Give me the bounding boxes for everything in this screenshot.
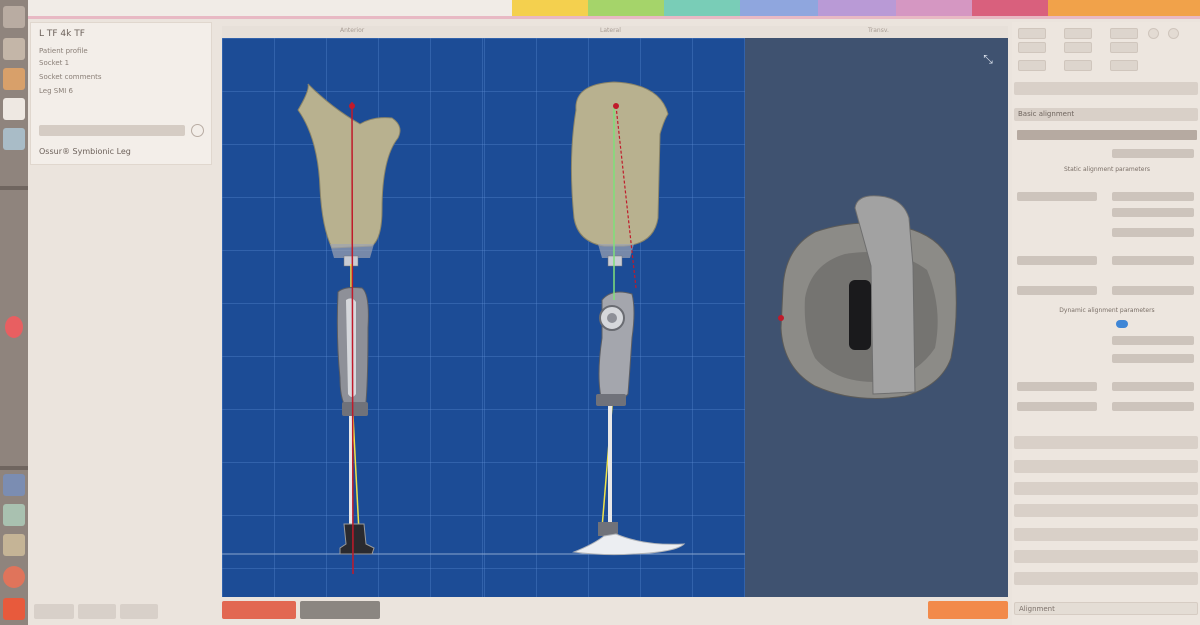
yellow-load-line-lower	[352, 415, 360, 533]
plumb-marker	[349, 103, 355, 109]
accordion-item[interactable]	[1014, 572, 1198, 585]
alignment-select[interactable]: Alignment	[1014, 602, 1198, 615]
view-button-2[interactable]	[1064, 28, 1092, 39]
accordion-item[interactable]	[1014, 504, 1198, 517]
red-plumb-line	[351, 101, 354, 575]
plumb-marker	[613, 103, 619, 109]
top-divider	[28, 16, 1200, 19]
view-button-8[interactable]	[1064, 60, 1092, 71]
shield-icon[interactable]	[5, 316, 23, 338]
accordion-item[interactable]	[1014, 528, 1198, 541]
patient-line: Socket 1	[39, 59, 70, 67]
toolbar-separator	[0, 466, 28, 470]
scanner-icon[interactable]	[3, 128, 25, 150]
device-name: Ossur® Symbionic Leg	[39, 147, 131, 156]
patient-title: L TF 4k TF	[39, 29, 85, 39]
param-input[interactable]	[1112, 228, 1194, 237]
view-label-lateral: Lateral	[600, 27, 621, 34]
toggle-switch[interactable]	[1116, 320, 1128, 328]
param-input[interactable]	[1112, 286, 1194, 295]
bottom-left-button-2[interactable]	[78, 604, 116, 619]
pylon-top	[607, 255, 623, 267]
patient-line: Leg SMI 6	[39, 87, 73, 95]
param-input[interactable]	[1017, 402, 1097, 411]
confirm-button[interactable]	[928, 601, 1008, 619]
layout-icon[interactable]	[3, 504, 25, 526]
foot-blade	[572, 533, 686, 556]
left-toolbar	[0, 0, 28, 625]
anterior-prosthesis	[222, 83, 484, 575]
accordion-item[interactable]	[1014, 550, 1198, 563]
remove-icon[interactable]	[191, 124, 204, 137]
accordion-item[interactable]	[1014, 82, 1198, 95]
param-input[interactable]	[1112, 402, 1194, 411]
view-label-transverse: Transv.	[868, 27, 889, 34]
toolbar-separator	[0, 186, 28, 190]
view-button-7[interactable]	[1018, 60, 1046, 71]
view-button-4[interactable]	[1018, 42, 1046, 53]
param-input[interactable]	[1112, 382, 1194, 391]
view-button-6[interactable]	[1110, 42, 1138, 53]
knee-base	[596, 394, 626, 406]
accordion-item[interactable]	[1014, 482, 1198, 495]
lateral-prosthesis	[484, 81, 745, 556]
device-select[interactable]	[39, 125, 185, 136]
panel-header-bar	[1017, 130, 1197, 140]
right-panel: Basic alignment Static alignment paramet…	[1012, 22, 1200, 625]
param-input[interactable]	[1112, 208, 1194, 217]
param-input[interactable]	[1017, 192, 1097, 201]
knee-base	[342, 402, 368, 416]
viewport-header: Anterior Lateral Transv.	[222, 26, 1008, 38]
accordion-item[interactable]	[1014, 436, 1198, 449]
patient-panel: L TF 4k TF Patient profile Socket 1 Sock…	[30, 22, 212, 165]
pylon	[608, 406, 612, 522]
secondary-button[interactable]	[300, 601, 380, 619]
view-label-anterior: Anterior	[340, 27, 365, 34]
param-input[interactable]	[1017, 382, 1097, 391]
patient-line: Socket comments	[39, 73, 102, 81]
param-input[interactable]	[1112, 149, 1194, 158]
reset-button[interactable]	[222, 601, 296, 619]
transverse-prosthesis	[778, 195, 957, 399]
view-button-1[interactable]	[1018, 28, 1046, 39]
view-button-3[interactable]	[1110, 28, 1138, 39]
param-input[interactable]	[1112, 256, 1194, 265]
reference-marker	[778, 315, 784, 321]
bottom-left-button-3[interactable]	[120, 604, 158, 619]
grid-icon[interactable]	[3, 534, 25, 556]
param-input[interactable]	[1017, 256, 1097, 265]
accordion-basic-alignment[interactable]: Basic alignment	[1014, 108, 1198, 121]
param-input[interactable]	[1112, 336, 1194, 345]
param-input[interactable]	[1112, 354, 1194, 363]
knee-hub	[607, 313, 617, 323]
foot	[339, 523, 375, 555]
socket	[570, 81, 669, 247]
section-dynamic-alignment: Dynamic alignment parameters	[1059, 307, 1155, 314]
power-icon[interactable]	[3, 598, 25, 620]
section-static-alignment: Static alignment parameters	[1063, 166, 1151, 173]
param-input[interactable]	[1017, 286, 1097, 295]
avatar-icon[interactable]	[3, 68, 25, 90]
param-input[interactable]	[1112, 192, 1194, 201]
undo-icon[interactable]	[1148, 28, 1159, 39]
patient-icon[interactable]	[3, 38, 25, 60]
view-button-5[interactable]	[1064, 42, 1092, 53]
bottom-left-button-1[interactable]	[34, 604, 74, 619]
home-icon[interactable]	[3, 6, 25, 28]
view-button-9[interactable]	[1110, 60, 1138, 71]
lateral-view[interactable]	[484, 38, 745, 597]
redo-icon[interactable]	[1168, 28, 1179, 39]
settings-icon[interactable]	[3, 566, 25, 588]
knee-top	[849, 280, 871, 350]
transverse-view[interactable]: ⤡	[745, 38, 1008, 597]
patient-line: Patient profile	[39, 47, 88, 55]
document-icon[interactable]	[3, 98, 25, 120]
socket	[297, 83, 401, 249]
anterior-view[interactable]	[222, 38, 484, 597]
filter-icon[interactable]	[3, 474, 25, 496]
accordion-item[interactable]	[1014, 460, 1198, 473]
